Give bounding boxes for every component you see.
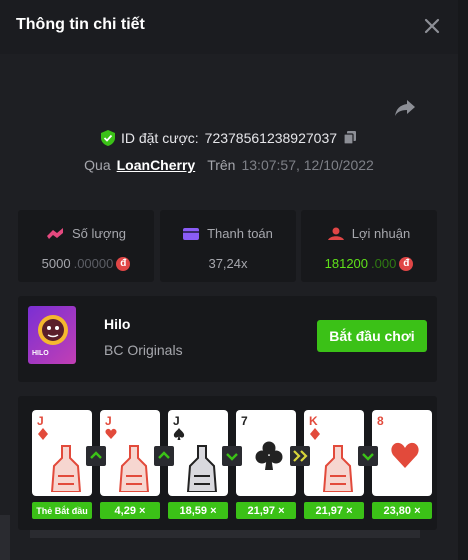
card-item: J (32, 410, 92, 496)
profit-icon (327, 227, 344, 240)
bet-by-row: Qua LoanCherry Trên 13:07:57, 12/10/2022 (0, 155, 458, 175)
stat-profit-label: Lợi nhuận (351, 226, 411, 241)
lower-arrow-icon (222, 446, 242, 466)
modal-title: Thông tin chi tiết (16, 16, 145, 33)
game-name: Hilo (104, 316, 131, 332)
lower-arrow-icon (358, 446, 378, 466)
card-rank: J (105, 414, 112, 428)
bet-id-label: ID đặt cược: (120, 130, 199, 146)
stat-profit-value: 181200 (324, 256, 369, 271)
skip-arrow-icon (290, 446, 310, 466)
stat-payout: Thanh toán 37,24x (160, 210, 296, 282)
card-multiplier: 4,29 × (100, 502, 160, 519)
bet-timestamp: 13:07:57, 12/10/2022 (241, 157, 374, 173)
higher-arrow-icon (86, 446, 106, 466)
cards-history: J J J 7 K 8 Thẻ Bắt đầu 4,29 × 18,59 × 2… (18, 396, 437, 530)
currency-icon: đ (116, 256, 131, 271)
username-link[interactable]: LoanCherry (117, 157, 196, 173)
card-rank: J (37, 414, 44, 428)
jack-figure-icon (118, 445, 150, 492)
card-multiplier: Thẻ Bắt đầu (32, 502, 92, 519)
share-icon[interactable] (394, 98, 416, 118)
card-rank: 7 (241, 414, 248, 428)
stat-amount-value: 5000 (41, 256, 71, 271)
stat-amount-label: Số lượng (71, 226, 127, 241)
club-icon (255, 441, 283, 470)
stat-payout-value: 37,24x (208, 256, 248, 271)
shield-check-icon (100, 130, 115, 146)
on-label: Trên (207, 157, 236, 173)
card-rank: J (173, 414, 180, 428)
stat-amount-decimals: .00000 (73, 256, 114, 271)
bet-details-modal: Thông tin chi tiết ID đặt cược: 72378561… (0, 0, 458, 560)
card-multiplier: 23,80 × (372, 502, 432, 519)
king-figure-icon (322, 445, 354, 492)
jack-figure-icon (186, 445, 218, 492)
via-label: Qua (84, 157, 111, 173)
currency-icon: đ (399, 256, 414, 271)
stat-payout-label: Thanh toán (207, 226, 273, 241)
background-page-edge (458, 0, 468, 560)
higher-arrow-icon (154, 446, 174, 466)
edge-divider (0, 515, 10, 560)
game-thumbnail[interactable]: HILO (28, 306, 76, 364)
card-multiplier: 21,97 × (236, 502, 296, 519)
close-icon[interactable] (420, 14, 444, 38)
game-provider: BC Originals (104, 342, 183, 358)
card-item: J (168, 410, 228, 496)
jack-figure-icon (50, 445, 82, 492)
stat-amount: Số lượng 5000.00000 đ (18, 210, 154, 282)
card-multiplier: 18,59 × (168, 502, 228, 519)
horizontal-scrollbar[interactable] (30, 530, 420, 538)
card-item: K (304, 410, 364, 496)
card-rank: 8 (377, 414, 384, 428)
coins-icon (46, 227, 63, 239)
card-icon (183, 227, 200, 240)
game-panel: HILO Hilo BC Originals Bắt đầu chơi (18, 296, 437, 382)
card-item: 7 (236, 410, 296, 496)
stat-profit-decimals: .000 (371, 256, 397, 271)
copy-icon[interactable] (343, 131, 357, 145)
heart-icon (391, 442, 419, 468)
game-thumb-label: HILO (32, 350, 49, 357)
stat-profit: Lợi nhuận 181200.000 đ (301, 210, 437, 282)
bet-id-value: 7237856123892703​7 (204, 130, 338, 146)
card-multiplier: 21,97 × (304, 502, 364, 519)
card-item: 8 (372, 410, 432, 496)
card-rank: K (309, 414, 318, 428)
modal-header: Thông tin chi tiết (0, 0, 458, 54)
start-playing-button[interactable]: Bắt đầu chơi (317, 320, 427, 352)
bet-id-row: ID đặt cược: 7237856123892703​7 (0, 128, 458, 148)
card-item: J (100, 410, 160, 496)
